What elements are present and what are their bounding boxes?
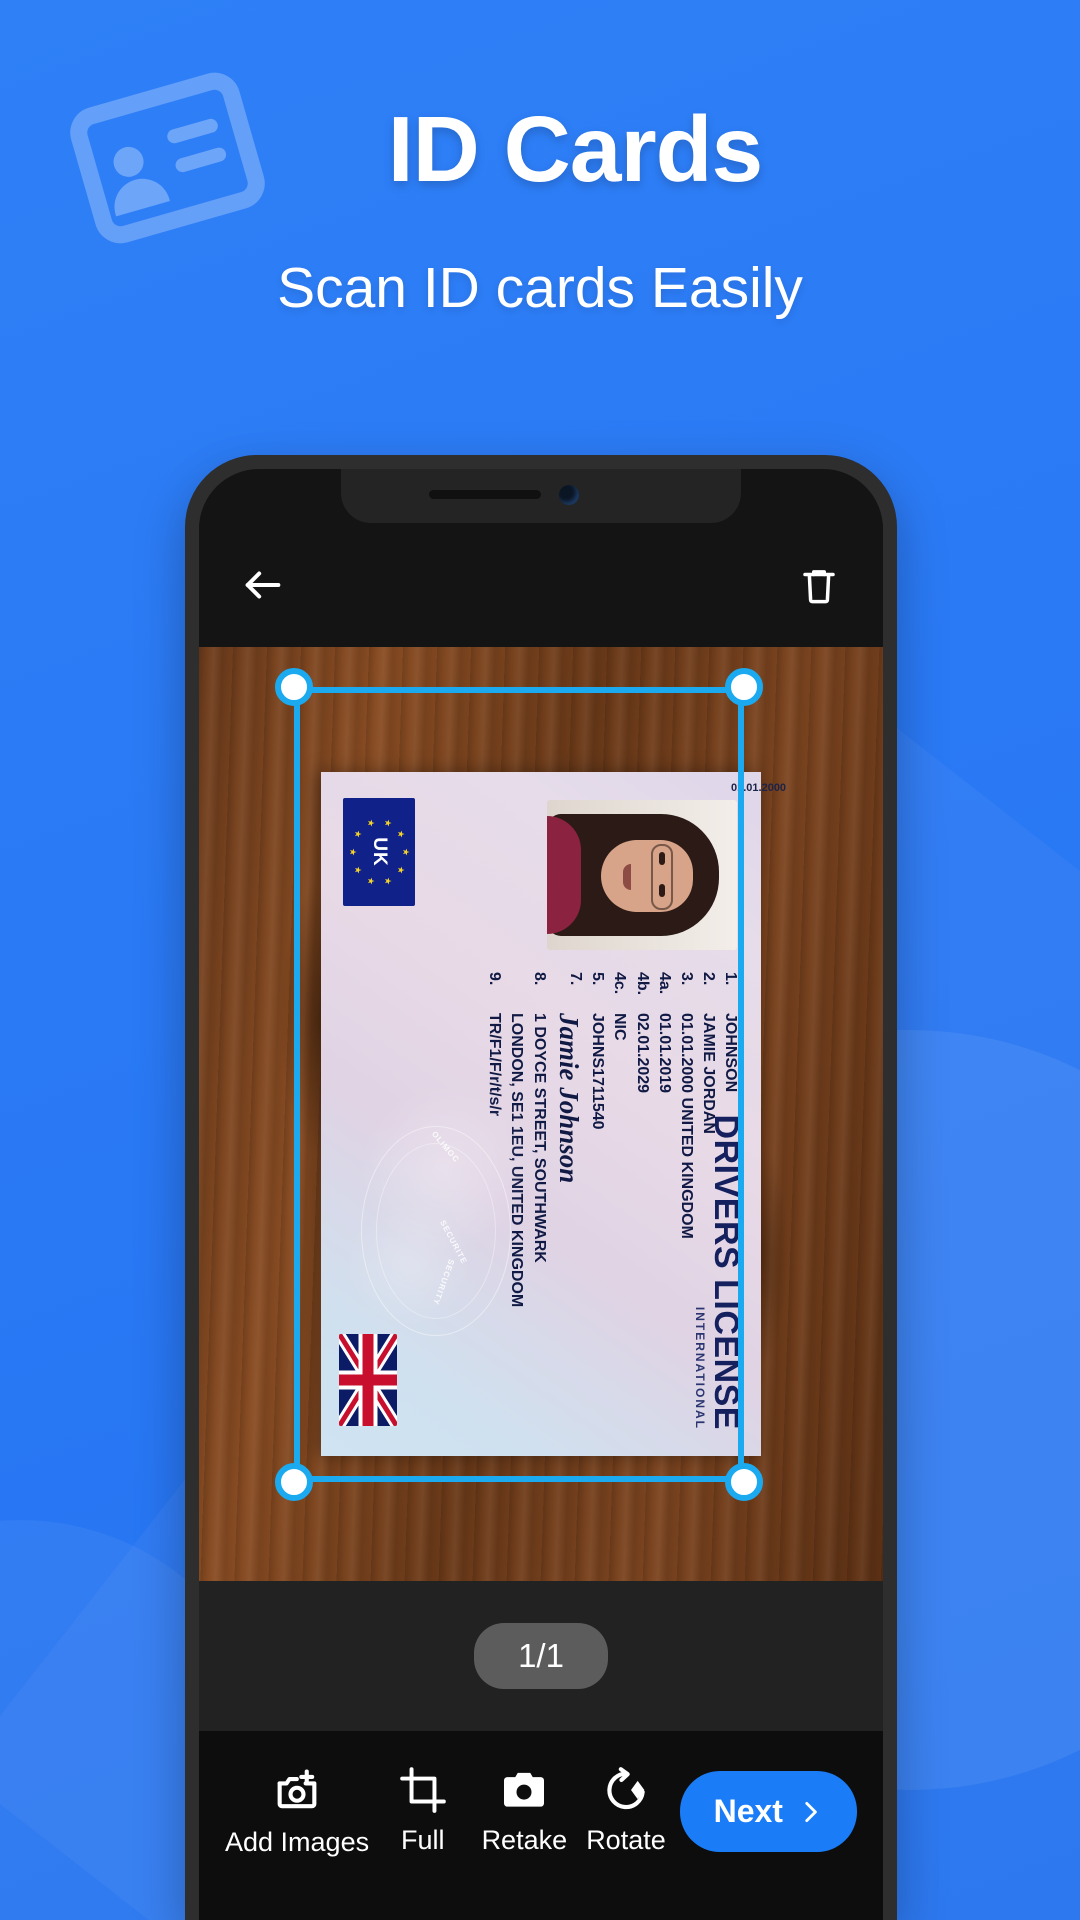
- full-label: Full: [400, 1825, 445, 1855]
- add-images-button[interactable]: Add Images: [225, 1765, 369, 1858]
- chevron-right-icon: [805, 1801, 817, 1822]
- phone-notch: [341, 469, 741, 523]
- app-bar: [199, 523, 883, 647]
- crop-handle-bottom-left[interactable]: [275, 1463, 313, 1501]
- back-arrow-icon[interactable]: [235, 557, 291, 613]
- bottom-toolbar: Add Images Full Retake Rotate Next: [199, 1731, 883, 1920]
- full-button[interactable]: Full: [375, 1765, 471, 1856]
- rotate-icon: [607, 1767, 645, 1810]
- header: ID Cards Scan ID cards Easily: [0, 0, 1080, 390]
- page-title: ID Cards: [387, 97, 763, 201]
- crop-handle-top-right[interactable]: [725, 668, 763, 706]
- add-images-label: Add Images: [225, 1827, 370, 1857]
- page-counter-strip: 1/1: [199, 1581, 883, 1731]
- crop-handle-top-left[interactable]: [275, 668, 313, 706]
- trash-icon[interactable]: [791, 557, 847, 613]
- page-subtitle: Scan ID cards Easily: [277, 256, 803, 320]
- next-label: Next: [713, 1793, 783, 1829]
- page-counter-badge: 1/1: [474, 1623, 608, 1689]
- retake-button[interactable]: Retake: [476, 1765, 572, 1856]
- image-viewer[interactable]: DRIVERS LICENSE INTERNATIONAL 01.01.2000…: [199, 647, 883, 1581]
- front-camera-icon: [559, 485, 579, 505]
- rotate-button[interactable]: Rotate: [578, 1765, 674, 1856]
- crop-handle-bottom-right[interactable]: [725, 1463, 763, 1501]
- rotate-label: Rotate: [586, 1825, 666, 1855]
- camera-icon: [504, 1772, 545, 1807]
- crop-selection[interactable]: [275, 668, 763, 1501]
- add-photo-icon: [277, 1769, 317, 1809]
- crop-icon: [399, 1767, 446, 1813]
- phone-mockup: DRIVERS LICENSE INTERNATIONAL 01.01.2000…: [185, 455, 897, 1920]
- retake-label: Retake: [481, 1825, 568, 1855]
- next-button[interactable]: Next: [679, 1771, 857, 1852]
- speaker-icon: [429, 490, 541, 499]
